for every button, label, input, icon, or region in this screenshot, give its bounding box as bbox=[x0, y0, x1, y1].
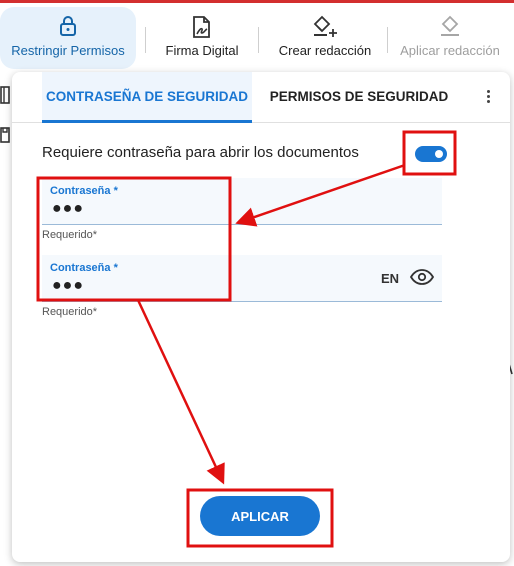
create-redaction-label: Crear redacción bbox=[278, 43, 372, 58]
apply-button[interactable]: APLICAR bbox=[200, 496, 320, 536]
digital-signature-label: Firma Digital bbox=[165, 43, 239, 58]
background-save-icon bbox=[0, 126, 10, 147]
lock-icon bbox=[59, 15, 77, 39]
confirm-password-field-label: Contraseña * bbox=[50, 262, 118, 274]
signature-icon bbox=[191, 15, 213, 39]
password-field-label: Contraseña * bbox=[50, 185, 118, 197]
eye-icon[interactable] bbox=[409, 269, 435, 290]
confirm-password-field[interactable]: Contraseña * ●●● EN bbox=[42, 255, 442, 302]
keyboard-language-indicator: EN bbox=[381, 271, 400, 286]
apply-redaction-label: Aplicar redacción bbox=[400, 43, 500, 58]
eraser-plus-icon bbox=[312, 15, 338, 39]
password-input[interactable]: ●●● bbox=[52, 200, 84, 218]
toolbar-divider bbox=[258, 27, 259, 53]
confirm-password-input[interactable]: ●●● bbox=[52, 277, 84, 295]
password-field[interactable]: Contraseña * ●●● bbox=[42, 178, 442, 225]
toggle-knob bbox=[435, 150, 443, 158]
eraser-icon bbox=[438, 15, 462, 39]
tab-password-security[interactable]: CONTRASEÑA DE SEGURIDAD bbox=[42, 72, 252, 123]
background-panel-icon bbox=[0, 86, 10, 107]
restrict-permissions-button[interactable]: Restringir Permisos bbox=[0, 7, 136, 69]
toolbar: Restringir Permisos Firma Digital Crear … bbox=[0, 3, 514, 71]
require-password-toggle[interactable] bbox=[415, 146, 447, 162]
toolbar-divider bbox=[387, 27, 388, 53]
more-vert-icon[interactable] bbox=[482, 88, 494, 106]
tab-permission-security[interactable]: PERMISOS DE SEGURIDAD bbox=[264, 72, 454, 120]
security-dialog: CONTRASEÑA DE SEGURIDAD PERMISOS DE SEGU… bbox=[12, 72, 510, 562]
toolbar-divider bbox=[145, 27, 146, 53]
password-helper-text: Requerido* bbox=[42, 229, 98, 241]
restrict-permissions-label: Restringir Permisos bbox=[11, 43, 125, 58]
digital-signature-button[interactable]: Firma Digital bbox=[152, 7, 252, 69]
require-password-label: Requiere contraseña para abrir los docum… bbox=[42, 144, 359, 161]
confirm-password-helper-text: Requerido* bbox=[42, 306, 98, 318]
create-redaction-button[interactable]: Crear redacción bbox=[268, 7, 382, 69]
apply-redaction-button[interactable]: Aplicar redacción bbox=[394, 7, 506, 69]
security-tabs: CONTRASEÑA DE SEGURIDAD PERMISOS DE SEGU… bbox=[12, 72, 510, 123]
